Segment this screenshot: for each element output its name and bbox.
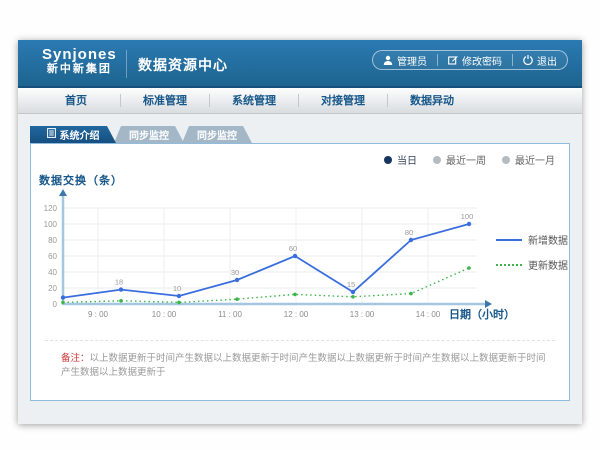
svg-text:0: 0 (53, 300, 58, 309)
tab-system-intro[interactable]: 系统介绍 (30, 126, 116, 143)
svg-text:15: 15 (347, 280, 355, 289)
radio-label: 当日 (397, 152, 417, 167)
x-axis-title: 日期（小时） (449, 306, 515, 322)
svg-text:80: 80 (48, 236, 57, 245)
svg-text:18: 18 (115, 278, 123, 287)
tab-sync-monitor-1[interactable]: 同步监控 (114, 126, 184, 143)
svg-text:11 : 00: 11 : 00 (218, 310, 242, 319)
legend-label: 更新数据 (528, 257, 568, 272)
svg-text:100: 100 (461, 212, 474, 221)
svg-text:40: 40 (48, 268, 57, 277)
svg-text:10 : 00: 10 : 00 (152, 310, 177, 319)
time-range-filter: 当日 最近一周 最近一月 (384, 152, 555, 167)
power-icon (523, 55, 533, 65)
radio-dot (502, 156, 510, 164)
header-divider (126, 50, 127, 78)
tab-label: 同步监控 (129, 127, 169, 142)
note-divider (45, 340, 555, 341)
chart-legend: 新增数据 更新数据 (496, 232, 568, 272)
logo-brand-text: Synjones (42, 47, 117, 63)
nav-item-system-mgmt[interactable]: 系统管理 (210, 88, 298, 113)
solid-line-swatch (496, 239, 522, 241)
radio-last-month[interactable]: 最近一月 (502, 152, 555, 167)
svg-text:13 : 00: 13 : 00 (350, 310, 375, 319)
svg-text:12 : 00: 12 : 00 (284, 310, 309, 319)
main-nav: 首页 标准管理 系统管理 对接管理 数据异动 (18, 88, 582, 114)
svg-text:60: 60 (48, 252, 57, 261)
svg-text:9 : 00: 9 : 00 (88, 310, 109, 319)
tab-label: 系统介绍 (60, 127, 100, 142)
page-title: 数据资源中心 (138, 55, 228, 75)
change-password-button[interactable]: 修改密码 (438, 51, 512, 69)
nav-item-data-change[interactable]: 数据异动 (388, 88, 476, 113)
footnote-text: 以上数据更新于时间产生数据以上数据更新于时间产生数据以上数据更新于时间产生数据以… (61, 353, 546, 378)
y-axis-title: 数据交换（条） (39, 172, 123, 188)
svg-text:100: 100 (44, 220, 58, 229)
legend-item-new-data: 新增数据 (496, 232, 568, 247)
nav-item-home[interactable]: 首页 (32, 88, 120, 113)
content-area: 系统介绍 同步监控 同步监控 当日 最近一周 (18, 114, 582, 424)
svg-text:120: 120 (44, 204, 58, 213)
user-actions: 管理员 修改密码 退出 (372, 50, 568, 70)
nav-item-interface-mgmt[interactable]: 对接管理 (299, 88, 387, 113)
radio-label: 最近一周 (446, 152, 486, 167)
company-logo: Synjones 新中新集团 (42, 47, 117, 76)
radio-last-week[interactable]: 最近一周 (433, 152, 486, 167)
tab-sync-monitor-2[interactable]: 同步监控 (182, 126, 252, 143)
change-password-label: 修改密码 (462, 53, 502, 68)
logout-button[interactable]: 退出 (513, 51, 567, 69)
svg-text:30: 30 (231, 268, 239, 277)
logo-company-name: 新中新集团 (42, 63, 117, 76)
footnote-prefix: 备注： (61, 353, 90, 364)
svg-text:14 : 00: 14 : 00 (416, 310, 441, 319)
radio-dot (433, 156, 441, 164)
edit-icon (448, 55, 458, 65)
tab-label: 同步监控 (197, 127, 237, 142)
radio-dot-selected (384, 156, 392, 164)
nav-item-standard-mgmt[interactable]: 标准管理 (121, 88, 209, 113)
svg-text:80: 80 (405, 228, 413, 237)
radio-today[interactable]: 当日 (384, 152, 417, 167)
svg-text:20: 20 (48, 284, 57, 293)
line-chart: 0 20 40 60 80 100 120 9 : 00 10 : 00 11 : 00 12 : … (33, 188, 503, 328)
svg-text:10: 10 (173, 284, 181, 293)
logout-label: 退出 (537, 53, 557, 68)
app-header: Synjones 新中新集团 数据资源中心 管理员 修改密码 (18, 40, 582, 88)
document-icon (47, 128, 56, 141)
legend-item-update-data: 更新数据 (496, 257, 568, 272)
svg-text:60: 60 (289, 244, 297, 253)
legend-label: 新增数据 (528, 232, 568, 247)
tab-bar: 系统介绍 同步监控 同步监控 (30, 126, 252, 143)
app-window: Synjones 新中新集团 数据资源中心 管理员 修改密码 (18, 40, 582, 424)
dotted-line-swatch (496, 264, 522, 266)
admin-user-label: 管理员 (397, 53, 427, 68)
chart-panel: 当日 最近一周 最近一月 数据交换（条） 0 20 40 60 80 100 120 9 : … (30, 143, 570, 401)
user-icon (383, 55, 393, 65)
admin-user-button[interactable]: 管理员 (373, 51, 437, 69)
footnote: 备注：以上数据更新于时间产生数据以上数据更新于时间产生数据以上数据更新于时间产生… (61, 352, 553, 380)
radio-label: 最近一月 (515, 152, 555, 167)
